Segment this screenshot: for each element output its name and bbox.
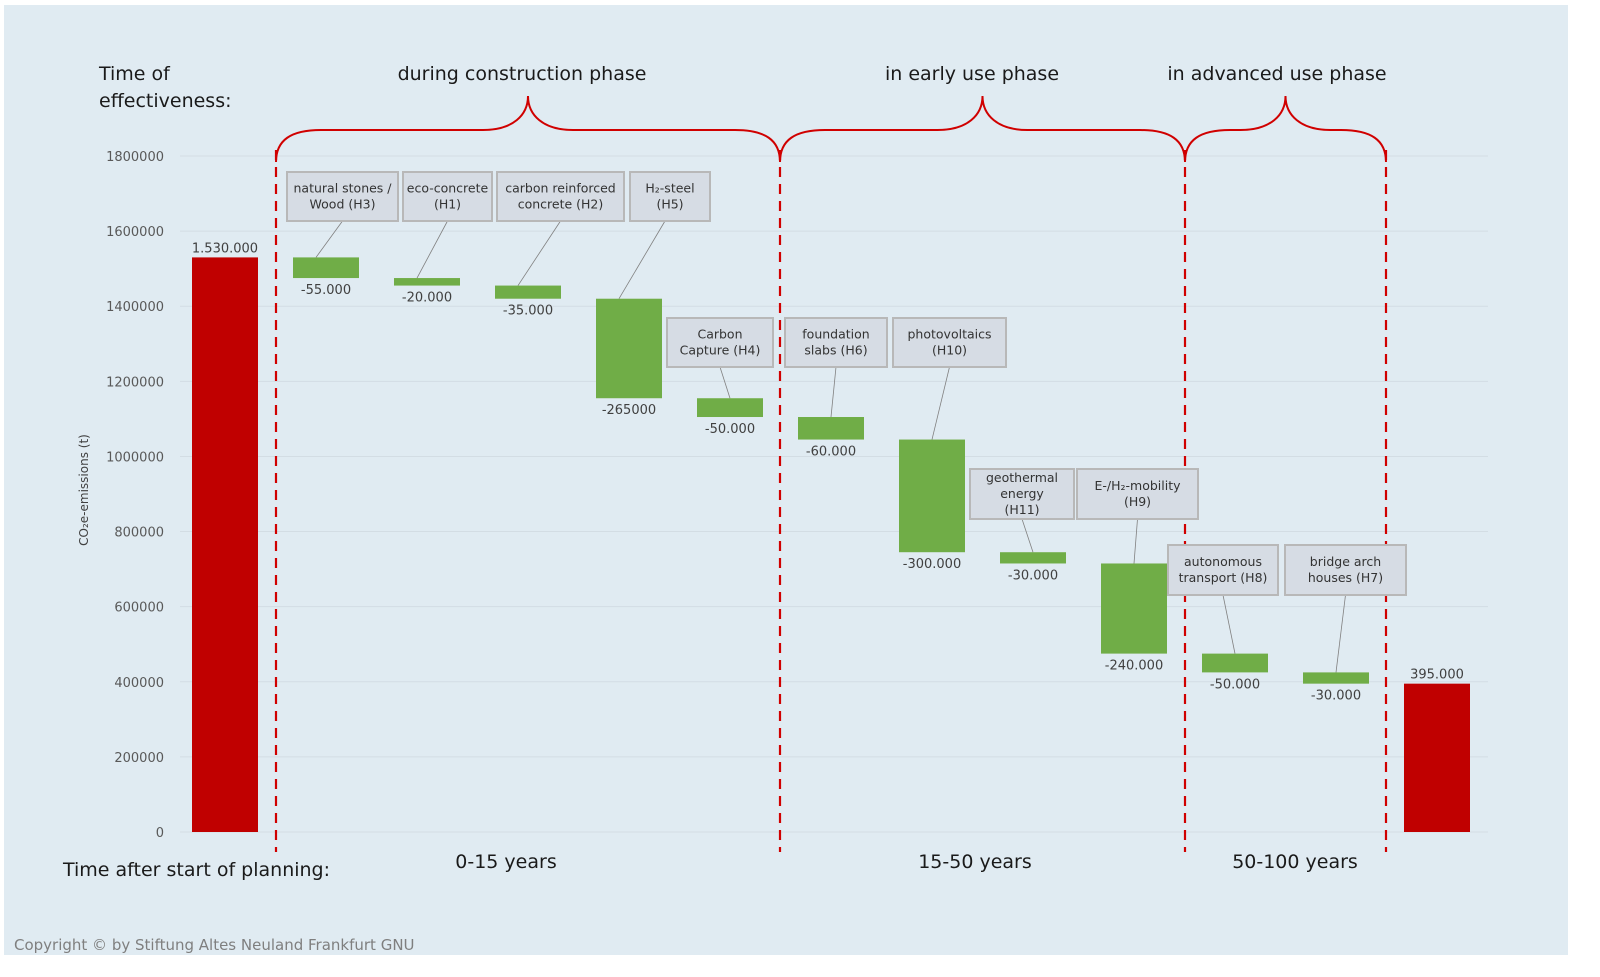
- y-tick-label: 1200000: [106, 375, 164, 390]
- measure-label-text: eco-concrete: [407, 181, 489, 196]
- decrease-value-label: -55.000: [301, 283, 351, 298]
- start-total-label: 1.530.000: [192, 241, 258, 256]
- measure-label-text: (H9): [1124, 494, 1151, 509]
- time-of-effectiveness-label: Time of: [98, 63, 171, 85]
- measure-label-text: autonomous: [1184, 554, 1262, 569]
- decrease-value-label: -30.000: [1311, 689, 1361, 704]
- decrease-bar: [1202, 653, 1268, 673]
- decrease-bar: [394, 278, 460, 286]
- measure-label-text: photovoltaics: [908, 327, 992, 342]
- measure-label-text: transport (H8): [1179, 570, 1268, 585]
- measure-label-text: E-/H₂-mobility: [1094, 478, 1181, 493]
- y-tick-label: 1800000: [106, 150, 164, 165]
- measure-label-text: slabs (H6): [804, 343, 867, 358]
- measure-label-text: carbon reinforced: [505, 181, 616, 196]
- measure-label-text: concrete (H2): [518, 197, 604, 212]
- phase-title: in early use phase: [885, 63, 1059, 85]
- decrease-value-label: -50.000: [1210, 677, 1260, 692]
- y-tick-label: 0: [156, 826, 164, 841]
- decrease-bar: [899, 439, 965, 553]
- measure-label-text: H₂-steel: [645, 181, 694, 196]
- time-after-start-label: Time after start of planning:: [62, 859, 330, 881]
- measure-label-text: bridge arch: [1310, 554, 1381, 569]
- phase-period: 15-50 years: [918, 851, 1032, 873]
- decrease-value-label: -60.000: [806, 445, 856, 460]
- copyright: Copyright © by Stiftung Altes Neuland Fr…: [14, 936, 415, 954]
- decrease-value-label: -265000: [602, 403, 656, 418]
- decrease-bar: [293, 257, 359, 279]
- end-total-label: 395.000: [1410, 668, 1464, 683]
- decrease-value-label: -35.000: [503, 304, 553, 319]
- decrease-bar: [495, 285, 561, 299]
- decrease-bar: [798, 417, 864, 440]
- measure-label-text: (H5): [656, 197, 683, 212]
- phase-period: 0-15 years: [455, 851, 556, 873]
- decrease-bar: [596, 298, 662, 399]
- start-total-bar: [192, 257, 258, 832]
- measure-label-text: houses (H7): [1308, 570, 1383, 585]
- measure-label-text: Carbon: [697, 327, 742, 342]
- decrease-bar: [1101, 563, 1167, 654]
- chart-container: 0 200000 400000 600000 800000 1000000 1200000 1…: [0, 0, 1600, 977]
- measure-label-text: Capture (H4): [680, 343, 761, 358]
- phase-title: in advanced use phase: [1167, 63, 1386, 85]
- y-tick-label: 200000: [114, 751, 164, 766]
- decrease-value-label: -300.000: [903, 557, 961, 572]
- time-of-effectiveness-label-2: effectiveness:: [99, 90, 232, 112]
- decrease-value-label: -30.000: [1008, 568, 1058, 583]
- y-tick-label: 1000000: [106, 450, 164, 465]
- y-tick-label: 400000: [114, 676, 164, 691]
- phase-period: 50-100 years: [1232, 851, 1358, 873]
- y-tick-label: 600000: [114, 601, 164, 616]
- decrease-value-label: -50.000: [705, 422, 755, 437]
- decrease-value-label: -20.000: [402, 291, 452, 306]
- measure-label-text: Wood (H3): [310, 197, 376, 212]
- y-tick-label: 1400000: [106, 300, 164, 315]
- decrease-bar: [1000, 552, 1066, 564]
- phase-title: during construction phase: [398, 63, 647, 85]
- end-total-bar: [1404, 683, 1470, 832]
- measure-label-text: energy: [1000, 486, 1044, 501]
- measure-label-text: (H1): [434, 197, 461, 212]
- measure-label-text: (H11): [1004, 502, 1039, 517]
- y-tick-label: 800000: [114, 526, 164, 541]
- measure-label-text: foundation: [802, 327, 869, 342]
- decrease-bar: [1303, 672, 1369, 684]
- y-axis-title: CO₂e-emissions (t): [77, 434, 91, 546]
- measure-label-text: geothermal: [986, 470, 1058, 485]
- waterfall-chart: 0 200000 400000 600000 800000 1000000 1200000 1…: [4, 5, 1568, 955]
- decrease-bar: [697, 398, 763, 418]
- y-tick-label: 1600000: [106, 225, 164, 240]
- decrease-value-label: -240.000: [1105, 659, 1163, 674]
- measure-label-text: natural stones /: [293, 181, 392, 196]
- measure-label-text: (H10): [932, 343, 967, 358]
